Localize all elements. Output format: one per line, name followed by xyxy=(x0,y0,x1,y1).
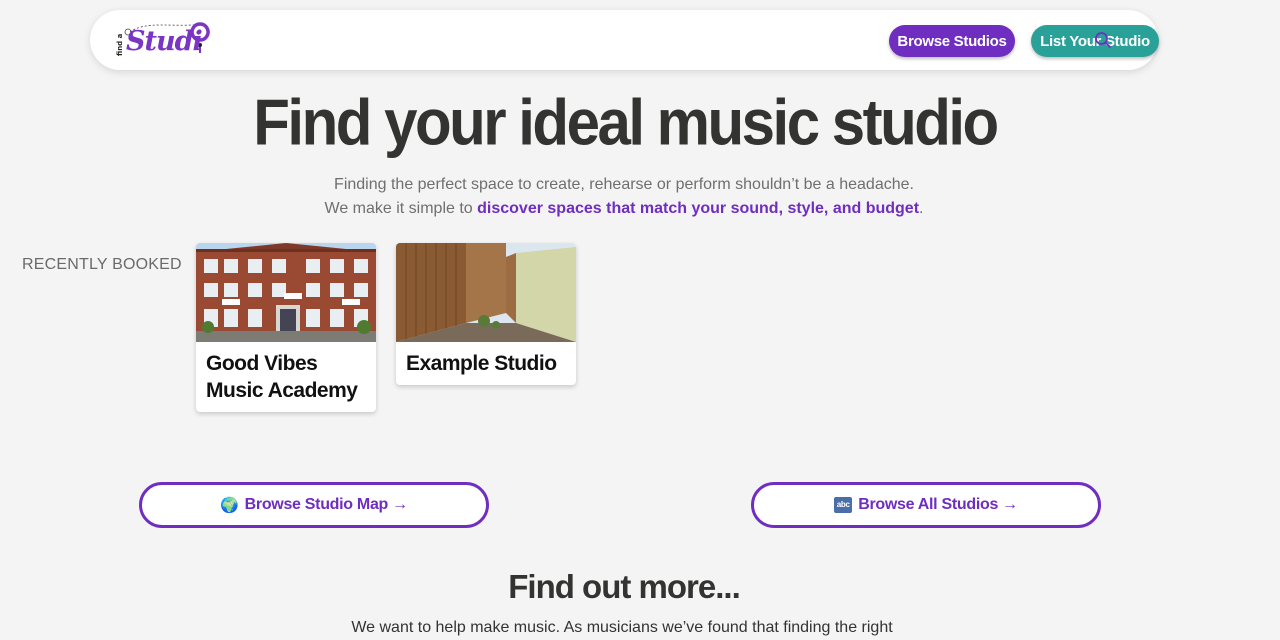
browse-all-studios-label: Browse All Studios xyxy=(858,496,999,513)
studio-card-title: Example Studio xyxy=(406,352,557,375)
browse-studio-map-button[interactable]: 🌍 Browse Studio Map → xyxy=(139,482,489,528)
hero-subtitle-line-1: Finding the perfect space to create, reh… xyxy=(334,176,914,193)
find-out-more-text: We want to help make music. As musicians… xyxy=(351,619,893,636)
find-a-studio-logo[interactable]: find a Studi xyxy=(116,22,216,62)
browse-studio-map-label: Browse Studio Map xyxy=(244,496,389,513)
studio-card-title: Good Vibes Music Academy xyxy=(206,352,358,402)
logo-text: Studi xyxy=(126,26,203,57)
studio-card-good-vibes[interactable]: Good Vibes Music Academy xyxy=(196,243,376,412)
recently-booked-label: RECENTLY BOOKED xyxy=(22,256,182,273)
studio-photo-brick-building xyxy=(196,243,376,342)
page-title: Find your ideal music studio xyxy=(253,86,999,159)
abc-icon: abc xyxy=(834,497,853,513)
logo-small-text: find a xyxy=(116,33,124,56)
browse-studios-button[interactable]: Browse Studios xyxy=(889,25,1015,57)
discover-spaces-link[interactable]: discover spaces that match your sound, s… xyxy=(477,200,919,217)
hero-subtitle-prefix: We make it simple to xyxy=(324,200,478,217)
globe-icon: 🌍 xyxy=(220,497,239,514)
find-out-more-heading: Find out more... xyxy=(508,568,740,605)
studio-card-example[interactable]: Example Studio xyxy=(396,243,576,385)
header-bar: find a Studi Browse Studios List Your St… xyxy=(90,10,1159,70)
arrow-right-icon: → xyxy=(1002,496,1018,513)
studio-photo-wooden-courtyard xyxy=(396,243,576,342)
search-icon[interactable] xyxy=(1094,31,1112,49)
hero-subtitle-line-2: We make it simple to discover spaces tha… xyxy=(0,200,1248,218)
arrow-right-icon: → xyxy=(392,496,408,513)
hero-subtitle-suffix: . xyxy=(919,200,924,217)
browse-all-studios-button[interactable]: abc Browse All Studios → xyxy=(751,482,1101,528)
